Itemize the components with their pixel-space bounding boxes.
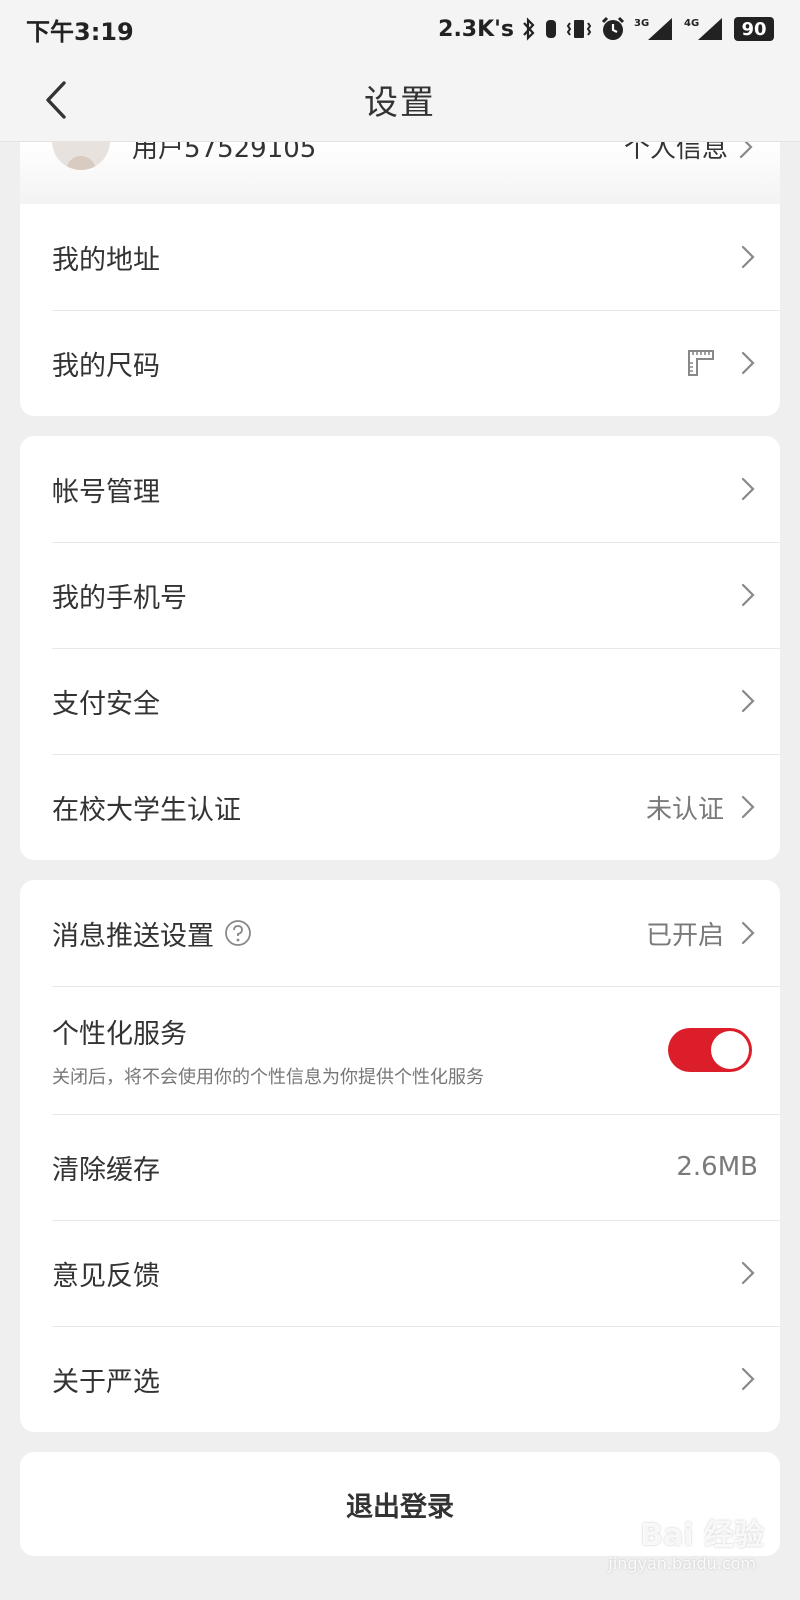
personalized-toggle[interactable] xyxy=(668,1028,752,1072)
row-label: 我的尺码 xyxy=(52,350,160,382)
settings-group-3: 消息推送设置 已开启 个性化服务 关闭后，将不会使用你的个性信息为你提供个性化服… xyxy=(20,880,780,1432)
back-button[interactable] xyxy=(34,78,78,122)
profile-info-label: 个人信息 xyxy=(623,142,728,164)
push-status: 已开启 xyxy=(645,920,724,951)
row-label: 我的手机号 xyxy=(52,582,187,614)
avatar xyxy=(52,142,110,170)
row-payment-security[interactable]: 支付安全 xyxy=(20,648,780,754)
row-label: 个性化服务 xyxy=(52,1018,187,1050)
row-label: 支付安全 xyxy=(52,688,160,720)
settings-group-1: 我的地址 我的尺码 xyxy=(20,204,780,416)
row-clear-cache[interactable]: 清除缓存 2.6MB xyxy=(20,1114,780,1220)
profile-row[interactable]: 用户57529105 个人信息 xyxy=(20,142,780,204)
signal-4g-icon: 4G xyxy=(684,18,722,40)
chevron-right-icon xyxy=(741,795,755,819)
cache-size: 2.6MB xyxy=(676,1152,758,1182)
row-label: 关于严选 xyxy=(52,1366,160,1398)
row-label: 在校大学生认证 xyxy=(52,794,241,826)
svg-text:3G: 3G xyxy=(634,18,649,29)
row-personalized-service: 个性化服务 关闭后，将不会使用你的个性信息为你提供个性化服务 xyxy=(20,986,780,1114)
row-my-phone[interactable]: 我的手机号 xyxy=(20,542,780,648)
row-label: 我的地址 xyxy=(52,244,160,276)
chevron-right-icon xyxy=(741,921,755,945)
row-student-verification[interactable]: 在校大学生认证 未认证 xyxy=(20,754,780,860)
profile-info-link[interactable]: 个人信息 xyxy=(624,142,756,165)
chevron-right-icon xyxy=(741,477,755,501)
status-bar: 下午3:19 2.3K's 3G 4G 90 xyxy=(0,0,800,58)
chevron-right-icon xyxy=(741,351,755,375)
personalized-text: 个性化服务 关闭后，将不会使用你的个性信息为你提供个性化服务 xyxy=(52,1012,668,1089)
chevron-right-icon xyxy=(741,1367,755,1391)
row-label: 消息推送设置 xyxy=(52,920,214,952)
row-label: 帐号管理 xyxy=(52,476,160,508)
svg-text:4G: 4G xyxy=(684,18,699,29)
personalized-description: 关闭后，将不会使用你的个性信息为你提供个性化服务 xyxy=(52,1066,484,1088)
verification-status: 未认证 xyxy=(645,794,724,825)
row-label: 清除缓存 xyxy=(52,1154,160,1186)
row-push-settings[interactable]: 消息推送设置 已开启 xyxy=(20,880,780,986)
chevron-right-icon xyxy=(741,1261,755,1285)
row-about[interactable]: 关于严选 xyxy=(20,1326,780,1432)
logout-label: 退出登录 xyxy=(346,1491,454,1523)
status-icons: 2.3K's 3G 4G 90 xyxy=(438,16,774,42)
lock-rotation-icon xyxy=(546,20,556,38)
chevron-right-icon xyxy=(739,142,753,158)
chevron-right-icon xyxy=(741,583,755,607)
chevron-right-icon xyxy=(741,689,755,713)
alarm-icon xyxy=(601,16,625,40)
row-label-wrap: 消息推送设置 xyxy=(52,914,646,953)
row-my-size[interactable]: 我的尺码 xyxy=(20,310,780,416)
signal-3g-icon: 3G xyxy=(634,18,672,40)
ruler-icon xyxy=(688,350,714,376)
row-label: 意见反馈 xyxy=(52,1260,160,1292)
chevron-right-icon xyxy=(741,245,755,269)
profile-name: 用户57529105 xyxy=(132,142,317,164)
settings-group-2: 帐号管理 我的手机号 支付安全 在校大学生认证 未认证 xyxy=(20,436,780,860)
watermark-url: jingyan.baidu.com xyxy=(608,1554,756,1573)
question-circle-icon[interactable] xyxy=(224,919,252,947)
network-speed: 2.3K's xyxy=(438,16,514,42)
watermark: Bai 经验 xyxy=(640,1518,764,1553)
row-my-address[interactable]: 我的地址 xyxy=(20,204,780,310)
page-title: 设置 xyxy=(364,83,436,123)
vibrate-icon xyxy=(566,20,592,38)
chevron-left-icon xyxy=(46,81,66,119)
row-feedback[interactable]: 意见反馈 xyxy=(20,1220,780,1326)
bluetooth-icon xyxy=(523,17,535,41)
nav-bar: 设置 xyxy=(0,58,800,142)
battery-icon: 90 xyxy=(734,17,774,41)
row-account-management[interactable]: 帐号管理 xyxy=(20,436,780,542)
status-time: 下午3:19 xyxy=(26,17,134,46)
toggle-knob xyxy=(711,1031,749,1069)
